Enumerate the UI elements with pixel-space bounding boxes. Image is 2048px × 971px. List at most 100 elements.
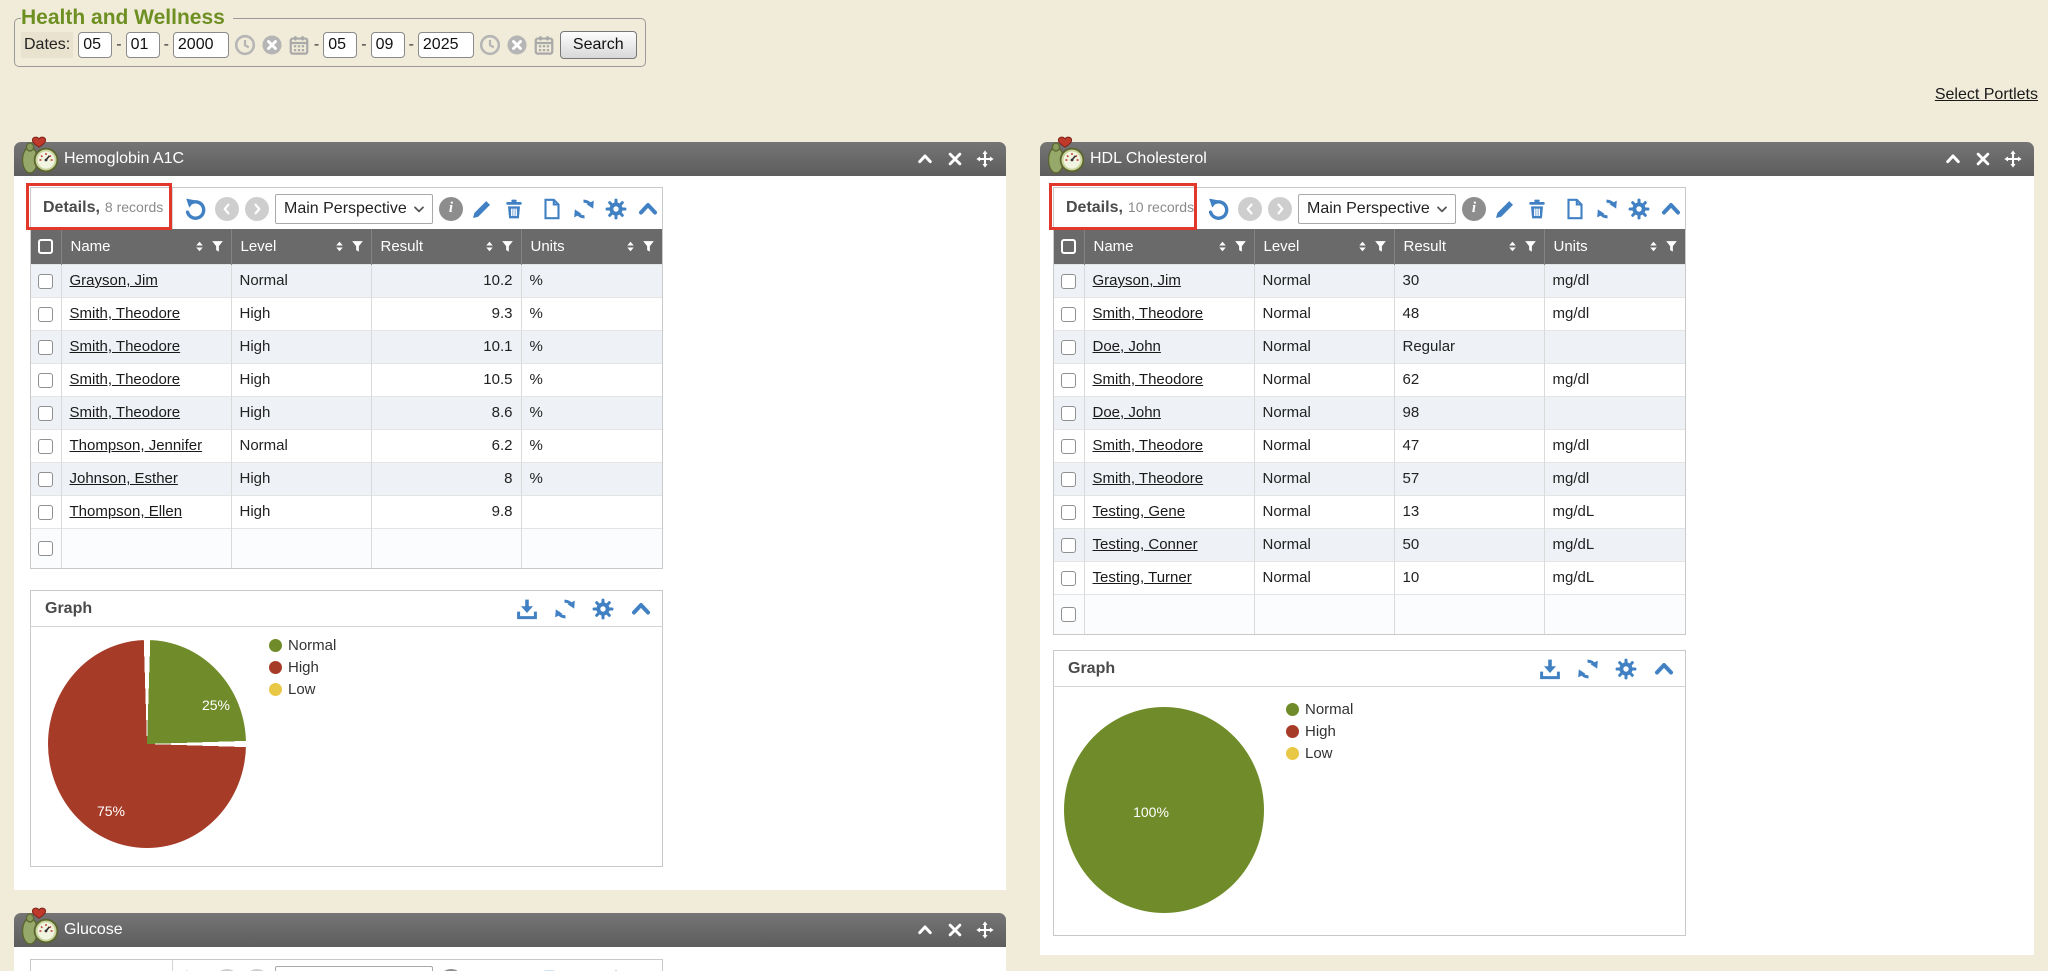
to-clear-icon[interactable]: [506, 34, 528, 56]
to-month-input[interactable]: [323, 32, 357, 58]
patient-name-link[interactable]: Testing, Turner: [1093, 569, 1192, 586]
collapse-icon[interactable]: [1944, 150, 1962, 168]
filter-funnel-icon[interactable]: [501, 240, 514, 253]
row-checkbox[interactable]: [38, 373, 53, 388]
row-checkbox[interactable]: [1061, 439, 1076, 454]
download-icon[interactable]: [1537, 656, 1563, 682]
settings-gear-icon[interactable]: [603, 968, 629, 971]
undo-icon[interactable]: [183, 196, 209, 222]
filter-funnel-icon[interactable]: [1665, 240, 1678, 253]
edit-pencil-icon[interactable]: [469, 968, 495, 971]
row-checkbox[interactable]: [1061, 607, 1076, 622]
select-all-checkbox[interactable]: [1061, 239, 1076, 254]
column-header-result[interactable]: Result: [1394, 229, 1544, 264]
refresh-icon[interactable]: [1594, 196, 1620, 222]
refresh-icon[interactable]: [571, 196, 597, 222]
delete-trash-icon[interactable]: [1524, 196, 1550, 222]
close-icon[interactable]: [1974, 150, 1992, 168]
from-calendar-icon[interactable]: [288, 34, 310, 56]
undo-icon[interactable]: [183, 968, 209, 971]
sort-icon[interactable]: [1216, 240, 1229, 253]
settings-gear-icon[interactable]: [1613, 656, 1639, 682]
portlet-header[interactable]: Hemoglobin A1C: [14, 142, 1006, 176]
close-icon[interactable]: [946, 150, 964, 168]
refresh-icon[interactable]: [552, 596, 578, 622]
sort-icon[interactable]: [483, 240, 496, 253]
portlet-header[interactable]: Glucose: [14, 913, 1006, 947]
collapse-section-icon[interactable]: [1658, 196, 1684, 222]
row-checkbox[interactable]: [1061, 505, 1076, 520]
to-time-icon[interactable]: [479, 34, 501, 56]
row-checkbox[interactable]: [38, 541, 53, 556]
next-page-icon[interactable]: [245, 197, 269, 221]
patient-name-link[interactable]: Smith, Theodore: [70, 371, 181, 388]
settings-gear-icon[interactable]: [603, 196, 629, 222]
refresh-icon[interactable]: [1575, 656, 1601, 682]
filter-funnel-icon[interactable]: [1524, 240, 1537, 253]
select-all-header[interactable]: [31, 229, 61, 264]
patient-name-link[interactable]: Testing, Gene: [1093, 503, 1186, 520]
patient-name-link[interactable]: Smith, Theodore: [1093, 470, 1204, 487]
filter-funnel-icon[interactable]: [211, 240, 224, 253]
prev-page-icon[interactable]: [1238, 197, 1262, 221]
to-calendar-icon[interactable]: [533, 34, 555, 56]
filter-funnel-icon[interactable]: [642, 240, 655, 253]
column-header-level[interactable]: Level: [1254, 229, 1394, 264]
filter-funnel-icon[interactable]: [351, 240, 364, 253]
patient-name-link[interactable]: Doe, John: [1093, 404, 1161, 421]
row-checkbox[interactable]: [1061, 373, 1076, 388]
column-header-level[interactable]: Level: [231, 229, 371, 264]
from-month-input[interactable]: [78, 32, 112, 58]
new-document-icon[interactable]: [539, 968, 565, 971]
sort-icon[interactable]: [333, 240, 346, 253]
column-header-units[interactable]: Units: [521, 229, 662, 264]
patient-name-link[interactable]: Grayson, Jim: [1093, 272, 1181, 289]
from-clear-icon[interactable]: [261, 34, 283, 56]
perspective-select[interactable]: [275, 966, 433, 971]
row-checkbox[interactable]: [1061, 340, 1076, 355]
sort-icon[interactable]: [193, 240, 206, 253]
undo-icon[interactable]: [1206, 196, 1232, 222]
column-header-units[interactable]: Units: [1544, 229, 1685, 264]
row-checkbox[interactable]: [38, 505, 53, 520]
edit-pencil-icon[interactable]: [469, 196, 495, 222]
row-checkbox[interactable]: [38, 406, 53, 421]
refresh-icon[interactable]: [571, 968, 597, 971]
collapse-section-icon[interactable]: [628, 596, 654, 622]
row-checkbox[interactable]: [38, 340, 53, 355]
collapse-section-icon[interactable]: [1651, 656, 1677, 682]
from-year-input[interactable]: [173, 32, 229, 58]
delete-trash-icon[interactable]: [501, 968, 527, 971]
new-document-icon[interactable]: [1562, 196, 1588, 222]
move-icon[interactable]: [2004, 150, 2022, 168]
close-icon[interactable]: [946, 921, 964, 939]
column-header-name[interactable]: Name: [61, 229, 231, 264]
row-checkbox[interactable]: [1061, 538, 1076, 553]
move-icon[interactable]: [976, 921, 994, 939]
patient-name-link[interactable]: Johnson, Esther: [70, 470, 178, 487]
sort-icon[interactable]: [1647, 240, 1660, 253]
select-portlets-link[interactable]: Select Portlets: [1935, 86, 2038, 104]
select-all-checkbox[interactable]: [38, 239, 53, 254]
row-checkbox[interactable]: [38, 472, 53, 487]
row-checkbox[interactable]: [38, 439, 53, 454]
info-icon[interactable]: i: [439, 197, 463, 221]
collapse-icon[interactable]: [916, 921, 934, 939]
delete-trash-icon[interactable]: [501, 196, 527, 222]
collapse-section-icon[interactable]: [635, 196, 661, 222]
patient-name-link[interactable]: Thompson, Ellen: [70, 503, 183, 520]
row-checkbox[interactable]: [1061, 571, 1076, 586]
filter-funnel-icon[interactable]: [1234, 240, 1247, 253]
patient-name-link[interactable]: Grayson, Jim: [70, 272, 158, 289]
patient-name-link[interactable]: Smith, Theodore: [70, 338, 181, 355]
column-header-name[interactable]: Name: [1084, 229, 1254, 264]
move-icon[interactable]: [976, 150, 994, 168]
from-day-input[interactable]: [126, 32, 160, 58]
sort-icon[interactable]: [1356, 240, 1369, 253]
patient-name-link[interactable]: Doe, John: [1093, 338, 1161, 355]
settings-gear-icon[interactable]: [590, 596, 616, 622]
select-all-header[interactable]: [1054, 229, 1084, 264]
row-checkbox[interactable]: [38, 307, 53, 322]
edit-pencil-icon[interactable]: [1492, 196, 1518, 222]
perspective-select[interactable]: Main Perspective: [275, 194, 433, 224]
